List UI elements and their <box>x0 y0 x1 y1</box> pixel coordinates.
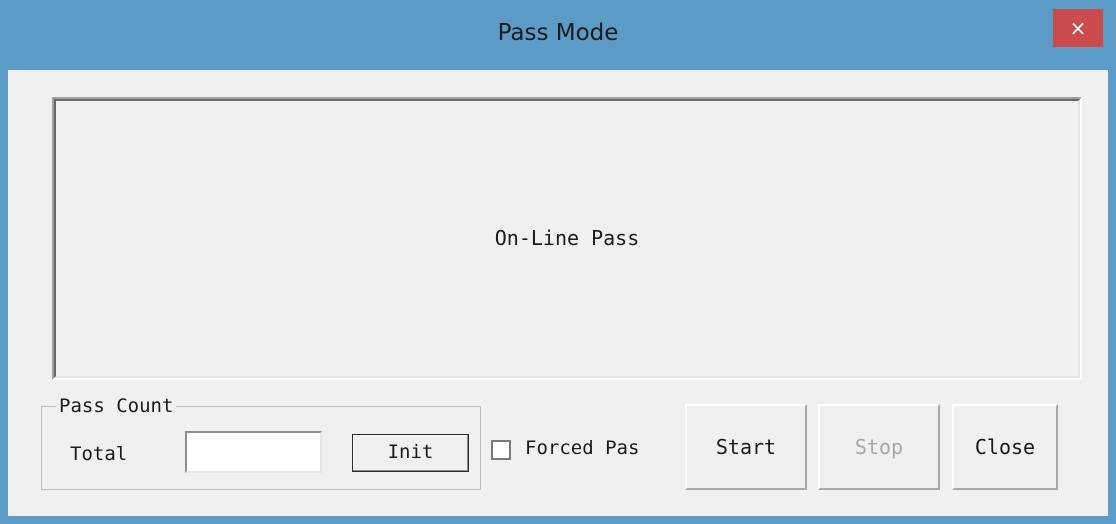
pass-mode-window: Pass Mode × On-Line Pass Pass Count Tota… <box>0 0 1116 524</box>
forced-pass-label[interactable]: Forced Pas <box>525 437 639 459</box>
start-button[interactable]: Start <box>685 404 807 490</box>
pass-count-group-title: Pass Count <box>56 395 177 417</box>
close-button[interactable]: Close <box>952 404 1058 490</box>
total-input[interactable] <box>185 431 322 473</box>
dialog-client-area: On-Line Pass Pass Count Total Init Force… <box>8 70 1108 516</box>
window-title: Pass Mode <box>497 20 619 46</box>
forced-pass-checkbox[interactable] <box>491 440 511 460</box>
status-text: On-Line Pass <box>494 226 640 250</box>
status-panel: On-Line Pass <box>52 97 1082 380</box>
title-bar[interactable]: Pass Mode × <box>0 0 1116 70</box>
stop-button[interactable]: Stop <box>818 404 940 490</box>
total-label: Total <box>70 443 128 465</box>
close-icon[interactable]: × <box>1053 9 1103 47</box>
pass-count-group: Pass Count Total Init <box>41 395 481 490</box>
init-button[interactable]: Init <box>352 434 469 472</box>
